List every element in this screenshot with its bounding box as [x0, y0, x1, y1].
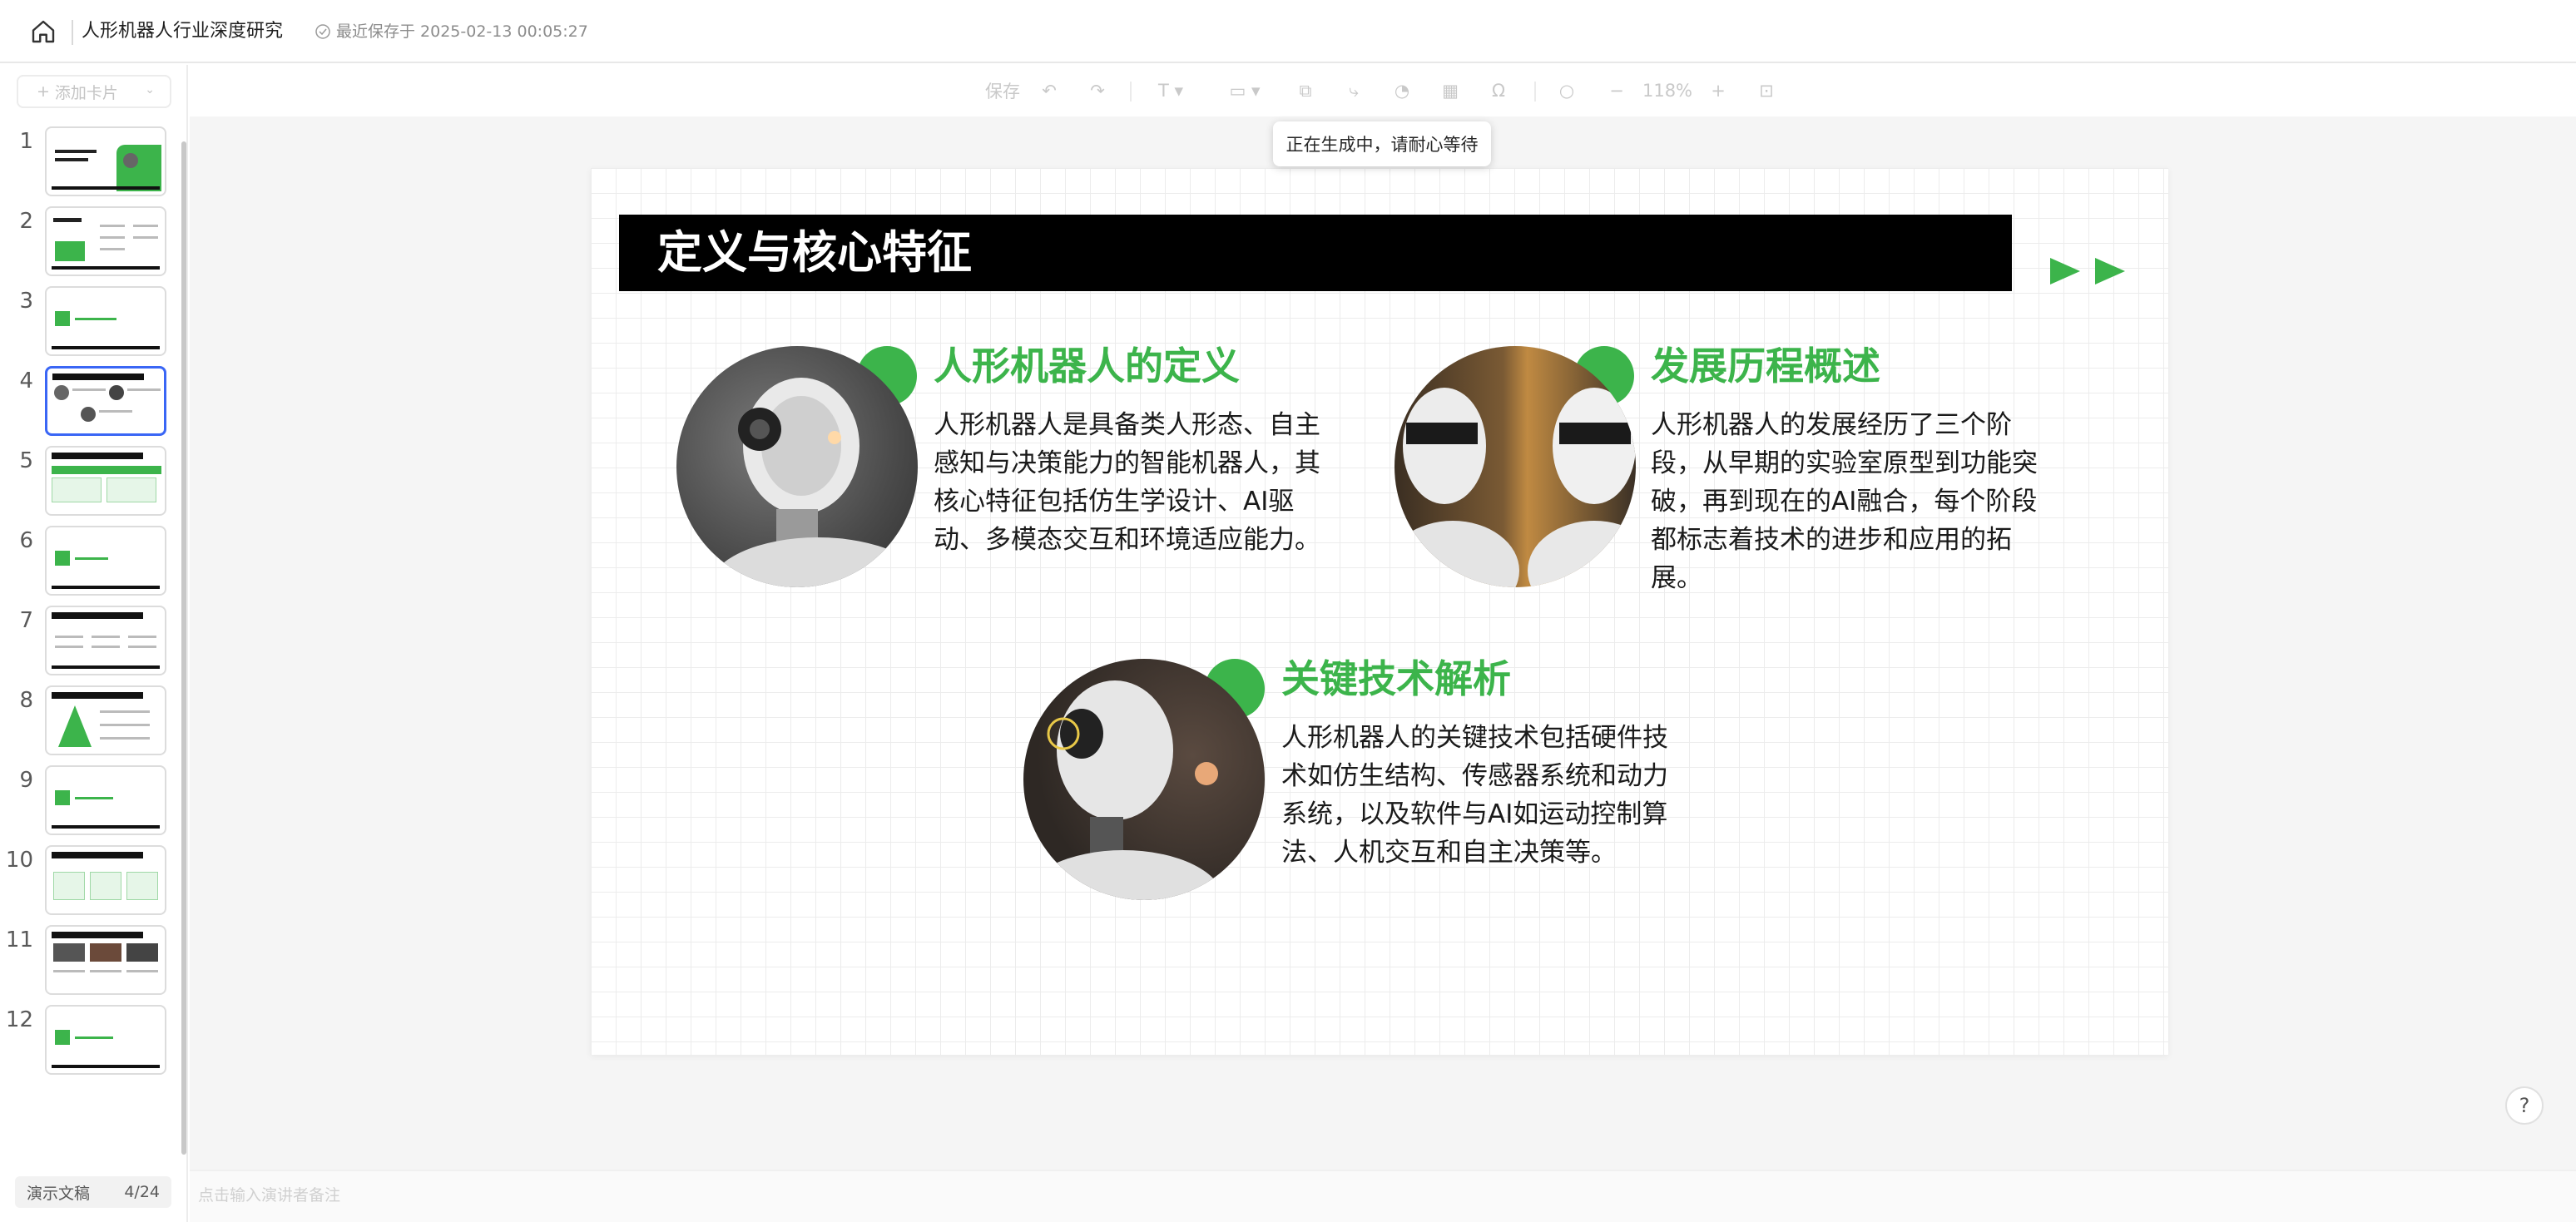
save-button[interactable]: 保存: [982, 77, 1023, 105]
slide-number: 1: [19, 129, 33, 154]
slide-thumbnail[interactable]: [45, 845, 166, 915]
slide-number: 11: [5, 928, 33, 952]
zoom-out-icon[interactable]: −: [1604, 77, 1629, 105]
slide-number: 5: [19, 448, 33, 473]
editor-toolbar: 保存 ↶ ↷ T ▾ ▭ ▾ ⧉ ⤷ ◔ ▦ Ω ○ − 118% + ⊡: [190, 65, 2576, 116]
add-card-button[interactable]: + 添加卡片 ⌄: [17, 75, 171, 108]
slide-number: 8: [19, 688, 33, 713]
image-icon[interactable]: ▭ ▾: [1221, 77, 1268, 105]
toolbar-divider: [1534, 82, 1536, 101]
chart-icon[interactable]: ◔: [1390, 77, 1414, 105]
speaker-notes-bar[interactable]: 点击输入演讲者备注: [190, 1170, 2576, 1222]
slide-thumbnail-item[interactable]: 4: [0, 366, 175, 436]
home-icon[interactable]: [28, 17, 58, 47]
zoom-in-icon[interactable]: +: [1706, 77, 1731, 105]
slide-thumbnail[interactable]: [45, 606, 166, 675]
search-icon[interactable]: ○: [1554, 77, 1579, 105]
slide-thumbnail-item[interactable]: 6: [0, 526, 175, 596]
speaker-notes-input[interactable]: 点击输入演讲者备注: [198, 1183, 340, 1205]
fit-screen-icon[interactable]: ⊡: [1754, 77, 1779, 105]
presentation-mode-label: 演示文稿: [27, 1184, 91, 1203]
play-arrows-icon: [2050, 258, 2125, 284]
slide-sidebar: + 添加卡片 ⌄ 1 2 3 4 5 6 7 8 9 10 11 12: [0, 65, 188, 1222]
header-divider: [72, 20, 73, 45]
slide-number: 12: [5, 1007, 33, 1032]
top-header: 人形机器人行业深度研究 最近保存于 2025-02-13 00:05:27: [0, 0, 2576, 63]
redo-icon[interactable]: ↷: [1083, 77, 1112, 105]
slide-thumbnail[interactable]: [45, 286, 166, 356]
slide-thumbnail[interactable]: [45, 1005, 166, 1075]
slide-thumbnail-item[interactable]: 1: [0, 126, 175, 196]
slide-number: 10: [5, 848, 33, 873]
slide-thumbnail-item[interactable]: 2: [0, 206, 175, 276]
slide-thumbnail[interactable]: [45, 126, 166, 196]
chevron-down-icon[interactable]: ⌄: [145, 83, 155, 96]
slide-thumbnail[interactable]: [45, 526, 166, 596]
robot-photo-1[interactable]: [676, 346, 918, 587]
slide-number: 9: [19, 768, 33, 793]
table-icon[interactable]: ▦: [1438, 77, 1463, 105]
slide-number: 3: [19, 289, 33, 314]
check-circle-icon: [315, 24, 330, 39]
slide-thumbnail-item[interactable]: 12: [0, 1005, 175, 1075]
slide-number: 6: [19, 528, 33, 553]
block-body-definition[interactable]: 人形机器人是具备类人形态、自主感知与决策能力的智能机器人，其核心特征包括仿生学设…: [934, 406, 1331, 559]
save-status-text: 最近保存于 2025-02-13 00:05:27: [336, 22, 588, 41]
slide-thumbnail[interactable]: [45, 446, 166, 516]
toolbar-divider: [1130, 82, 1132, 101]
plus-icon: +: [37, 82, 50, 101]
save-status: 最近保存于 2025-02-13 00:05:27: [315, 17, 588, 47]
block-title-history[interactable]: 发展历程概述: [1651, 343, 1880, 389]
slide-canvas[interactable]: 定义与核心特征 人形机器人的定义 人形机器人是具备类人形态、自主感知与决策能力的…: [591, 168, 2168, 1055]
slide-title-bar: 定义与核心特征: [619, 215, 2012, 291]
document-title[interactable]: 人形机器人行业深度研究: [82, 17, 283, 47]
slide-thumbnail-item[interactable]: 7: [0, 606, 175, 675]
robot-photo-3[interactable]: [1023, 659, 1265, 900]
slide-title[interactable]: 定义与核心特征: [657, 215, 972, 291]
zoom-level[interactable]: 118%: [1641, 77, 1694, 105]
block-title-definition[interactable]: 人形机器人的定义: [934, 343, 1240, 389]
add-card-label: 添加卡片: [54, 83, 118, 102]
slide-thumbnail-item[interactable]: 8: [0, 685, 175, 755]
slide-thumbnail-item[interactable]: 9: [0, 765, 175, 835]
block-title-technology[interactable]: 关键技术解析: [1281, 656, 1511, 702]
generating-tooltip: 正在生成中，请耐心等待: [1273, 121, 1491, 166]
help-button[interactable]: ?: [2505, 1086, 2544, 1125]
slide-number: 7: [19, 608, 33, 633]
slide-thumbnail[interactable]: [45, 925, 166, 995]
slide-thumbnail-active[interactable]: [45, 366, 166, 436]
connector-icon[interactable]: ⤷: [1341, 77, 1366, 105]
slide-thumbnail[interactable]: [45, 206, 166, 276]
slide-thumbnail[interactable]: [45, 685, 166, 755]
undo-icon[interactable]: ↶: [1035, 77, 1063, 105]
block-body-history[interactable]: 人形机器人的发展经历了三个阶段，从早期的实验室原型到功能突破，再到现在的AI融合…: [1651, 406, 2048, 597]
text-icon[interactable]: T ▾: [1150, 77, 1191, 105]
slide-thumbnail[interactable]: [45, 765, 166, 835]
robot-photo-2[interactable]: [1395, 346, 1636, 587]
sidebar-scrollbar[interactable]: [181, 141, 186, 1155]
slide-thumbnail-item[interactable]: 11: [0, 925, 175, 995]
slide-thumbnail-item[interactable]: 5: [0, 446, 175, 516]
slide-number: 2: [19, 209, 33, 234]
slide-number: 4: [19, 369, 33, 393]
presentation-mode-bar[interactable]: 演示文稿 4/24: [15, 1176, 171, 1208]
slide-thumbnail-item[interactable]: 10: [0, 845, 175, 915]
slide-thumbnail-item[interactable]: 3: [0, 286, 175, 356]
symbol-icon[interactable]: Ω: [1486, 77, 1511, 105]
shape-icon[interactable]: ⧉: [1293, 77, 1318, 105]
page-counter: 4/24: [124, 1183, 160, 1201]
block-body-technology[interactable]: 人形机器人的关键技术包括硬件技术如仿生结构、传感器系统和动力系统，以及软件与AI…: [1281, 719, 1679, 872]
